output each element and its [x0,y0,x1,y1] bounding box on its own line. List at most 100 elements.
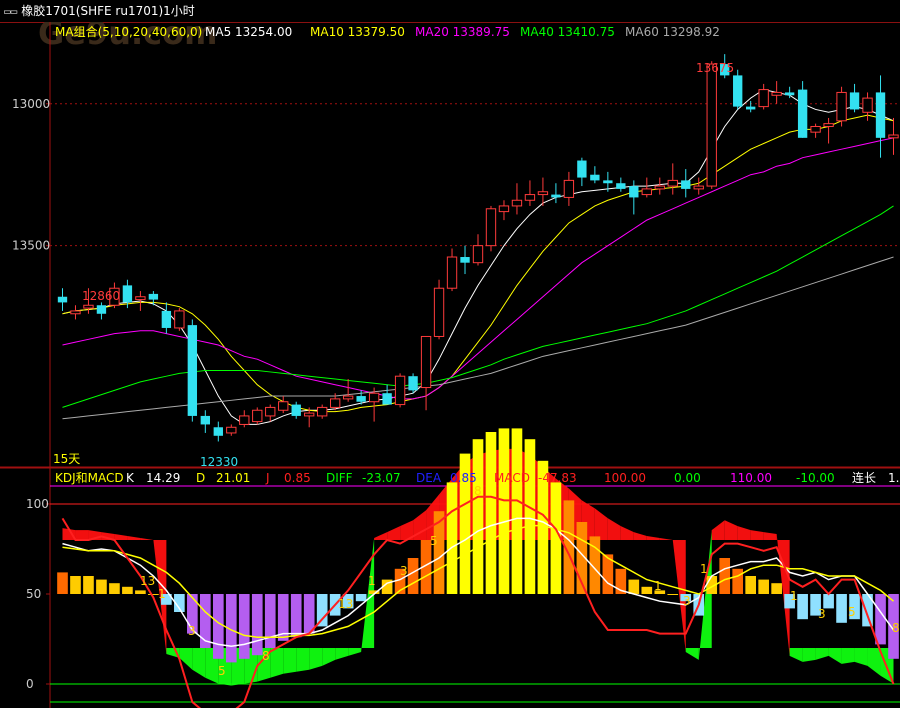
legend-ma10: MA10 13379.50 [310,25,405,39]
fill-segment [763,532,777,540]
candle-body-up [706,63,717,187]
candle [213,421,223,442]
candle-body-down [148,293,159,300]
macd-bar [238,594,250,659]
candle [96,302,107,320]
candle [278,396,289,414]
candle-body-up [641,188,652,196]
candle [888,117,899,155]
candle [797,81,808,138]
candle [733,69,743,110]
candle [746,100,756,113]
candle [771,81,782,104]
left-peak-label: 12860 [82,289,120,303]
high-label: 13675 [696,61,734,75]
indicator-legend-lianzhang: 连长 [852,470,876,485]
fill-segment [127,536,141,540]
macd-bar [732,568,744,594]
candle-body-down [849,92,860,110]
macd-bar [498,428,510,594]
macd-bar [407,558,419,594]
candle [174,308,185,331]
macd-bar [70,576,81,594]
candle-body-up [70,310,81,315]
macd-bar [745,576,757,594]
fill-segment [750,530,764,540]
macd-bar [628,579,640,594]
candle-body-up [239,415,250,425]
fill-segment [283,648,297,674]
candle-body-up [278,401,289,411]
candle-body-up [265,406,276,417]
fill-segment [867,648,881,676]
fill-segment [737,526,751,540]
period-label: 15天 [53,452,80,466]
kdj-count-label: 1 [158,587,166,601]
candle [433,279,445,340]
price-annotations: 12860 12330 13675 15天 [53,61,734,469]
fill-segment [75,530,89,540]
candle-body-down [629,186,639,198]
fill-segment [711,520,725,540]
candle-body-up [758,89,769,108]
candle [187,319,198,422]
kdj-count-label: 5 [218,664,226,678]
macd-bar [83,576,94,594]
kdj-count-label: 1 [700,562,708,576]
fill-segment [841,648,855,664]
candle-body-down [681,180,691,189]
indicator-legend-d: D [196,471,205,485]
candle [161,302,172,334]
macd-bar [251,594,263,656]
candle-body-up [771,91,782,96]
macd-bar [264,594,276,648]
candle [667,163,678,195]
macd-bar [771,583,782,594]
window-icon[interactable]: ▭▭ [4,1,17,23]
candle-body-up [342,395,354,400]
candle-body-down [746,106,756,110]
candle-body-up [823,123,834,127]
window-title-bar: ▭▭ 橡胶1701(SHFE ru1701)1小时 [0,0,900,23]
candle-body-down [577,160,587,178]
kdj-count-label: 3 [400,564,408,578]
candle [836,86,847,127]
fill-segment [659,538,673,540]
macd-bar [303,594,315,634]
candle [239,410,250,428]
macd-histogram [57,428,899,663]
candle [693,177,704,195]
candle-body-down [213,427,223,436]
candle [394,373,406,408]
candle [342,379,354,402]
candle-body-up [226,426,237,434]
candle [252,407,263,425]
candle-body-down [200,415,210,425]
candle-body-up [810,125,821,133]
legend-ma20: MA20 13389.75 [415,25,510,39]
candle-body-down [733,75,743,107]
indicator-legend-v0: 0.00 [674,471,701,485]
fill-segment [140,538,154,540]
candle-body-down [408,376,418,391]
indicator-legend-d_val: 21.01 [216,471,250,485]
candle [849,83,860,113]
kdj-count-label: 5 [430,534,438,548]
fill-segment [607,518,621,540]
macd-bar [511,428,523,594]
candlesticks [57,54,899,442]
fill-segment [646,536,660,540]
candle [200,410,210,433]
candle-body-down [96,305,107,314]
macd-bar [524,439,536,594]
price-grid: 1350013000 [0,22,900,708]
candle [551,183,561,204]
candle-body-down [356,396,366,402]
candle-body-down [603,180,613,184]
candle-body-up [524,194,536,201]
indicator-legend-dea: DEA [416,471,442,485]
candle-body-down [797,89,808,138]
candle [291,401,301,419]
candle [681,169,691,198]
candle-body-down [590,174,600,181]
